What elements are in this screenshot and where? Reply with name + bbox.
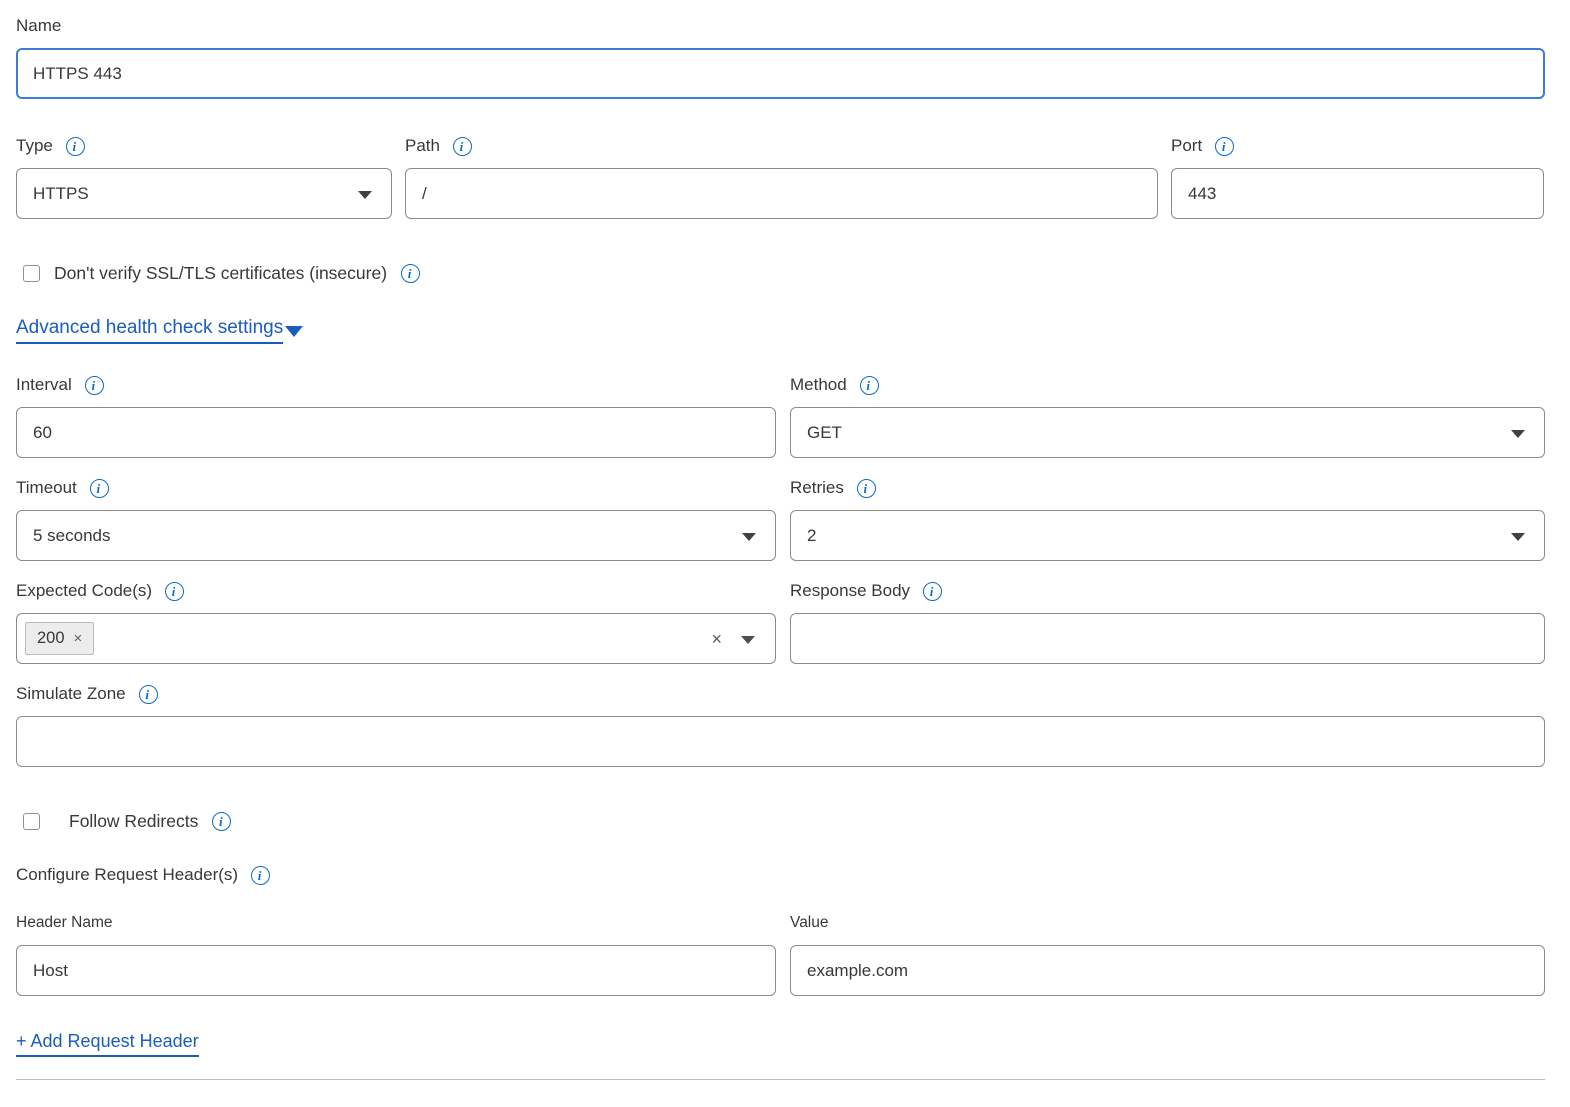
path-field-group: Path i	[405, 135, 1158, 219]
type-field-group: Type i HTTPS	[16, 135, 392, 219]
interval-field-group: Interval i	[16, 374, 776, 458]
method-label: Method	[790, 375, 847, 395]
chevron-down-icon	[1511, 430, 1525, 438]
info-icon[interactable]: i	[212, 812, 231, 831]
name-input[interactable]	[16, 48, 1545, 99]
method-select[interactable]: GET	[790, 407, 1545, 458]
ssl-verify-checkbox[interactable]	[23, 265, 40, 282]
response-body-input[interactable]	[790, 613, 1545, 664]
section-divider	[16, 1079, 1545, 1080]
info-icon[interactable]: i	[165, 582, 184, 601]
info-icon[interactable]: i	[139, 685, 158, 704]
codes-responsebody-row: Expected Code(s) i 200 × × Response Body…	[16, 580, 1545, 664]
caret-down-icon	[285, 326, 303, 337]
info-icon[interactable]: i	[857, 479, 876, 498]
expected-codes-multiselect[interactable]: 200 × ×	[16, 613, 776, 664]
expected-codes-field-group: Expected Code(s) i 200 × ×	[16, 580, 776, 664]
info-icon[interactable]: i	[90, 479, 109, 498]
health-check-form: Name Type i HTTPS Path i	[0, 0, 1570, 1107]
clear-all-icon[interactable]: ×	[711, 630, 722, 648]
type-select[interactable]: HTTPS	[16, 168, 392, 219]
type-path-port-row: Type i HTTPS Path i Port i	[16, 135, 1545, 219]
method-select-value: GET	[807, 423, 842, 443]
info-icon[interactable]: i	[66, 137, 85, 156]
chevron-down-icon[interactable]	[741, 636, 755, 644]
advanced-settings-link-text: Advanced health check settings	[16, 317, 283, 344]
header-value-input[interactable]	[790, 945, 1545, 996]
add-request-header-link[interactable]: + Add Request Header	[16, 1031, 199, 1057]
header-name-field-group: Header Name	[16, 912, 776, 996]
name-label: Name	[16, 16, 61, 36]
info-icon[interactable]: i	[923, 582, 942, 601]
tag-remove-icon[interactable]: ×	[74, 631, 83, 646]
ssl-verify-label: Don't verify SSL/TLS certificates (insec…	[54, 263, 387, 284]
timeout-retries-row: Timeout i 5 seconds Retries i 2	[16, 477, 1545, 561]
type-label: Type	[16, 136, 53, 156]
header-name-input[interactable]	[16, 945, 776, 996]
info-icon[interactable]: i	[251, 866, 270, 885]
advanced-settings-link[interactable]: Advanced health check settings	[16, 317, 303, 344]
response-body-label: Response Body	[790, 581, 910, 601]
ssl-verify-checkbox-row: Don't verify SSL/TLS certificates (insec…	[23, 263, 1545, 284]
timeout-select-value: 5 seconds	[33, 526, 111, 546]
info-icon[interactable]: i	[85, 376, 104, 395]
interval-method-row: Interval i Method i GET	[16, 374, 1545, 458]
interval-label: Interval	[16, 375, 72, 395]
simulate-zone-field-group: Simulate Zone i	[16, 683, 1545, 767]
expected-codes-label: Expected Code(s)	[16, 581, 152, 601]
code-tag-text: 200	[37, 629, 65, 648]
simulate-zone-input[interactable]	[16, 716, 1545, 767]
retries-select-value: 2	[807, 526, 816, 546]
follow-redirects-label: Follow Redirects	[69, 811, 198, 832]
info-icon[interactable]: i	[453, 137, 472, 156]
follow-redirects-checkbox[interactable]	[23, 813, 40, 830]
retries-label: Retries	[790, 478, 844, 498]
method-field-group: Method i GET	[790, 374, 1545, 458]
name-field-group: Name	[16, 15, 1545, 99]
configure-headers-label: Configure Request Header(s)	[16, 865, 238, 885]
timeout-field-group: Timeout i 5 seconds	[16, 477, 776, 561]
info-icon[interactable]: i	[860, 376, 879, 395]
follow-redirects-row: Follow Redirects i	[23, 811, 1545, 832]
info-icon[interactable]: i	[401, 264, 420, 283]
interval-input[interactable]	[16, 407, 776, 458]
path-label: Path	[405, 136, 440, 156]
timeout-label: Timeout	[16, 478, 77, 498]
port-field-group: Port i	[1171, 135, 1544, 219]
info-icon[interactable]: i	[1215, 137, 1234, 156]
configure-headers-row: Configure Request Header(s) i	[16, 864, 1545, 886]
header-value-label: Value	[790, 914, 829, 932]
header-value-field-group: Value	[790, 912, 1545, 996]
simulate-zone-label: Simulate Zone	[16, 684, 126, 704]
type-select-value: HTTPS	[33, 184, 89, 204]
chevron-down-icon	[1511, 533, 1525, 541]
timeout-select[interactable]: 5 seconds	[16, 510, 776, 561]
code-tag: 200 ×	[25, 622, 94, 655]
retries-select[interactable]: 2	[790, 510, 1545, 561]
header-row: Header Name Value	[16, 912, 1545, 996]
path-input[interactable]	[405, 168, 1158, 219]
chevron-down-icon	[358, 191, 372, 199]
header-name-label: Header Name	[16, 914, 113, 932]
retries-field-group: Retries i 2	[790, 477, 1545, 561]
port-label: Port	[1171, 136, 1202, 156]
port-input[interactable]	[1171, 168, 1544, 219]
response-body-field-group: Response Body i	[790, 580, 1545, 664]
chevron-down-icon	[742, 533, 756, 541]
